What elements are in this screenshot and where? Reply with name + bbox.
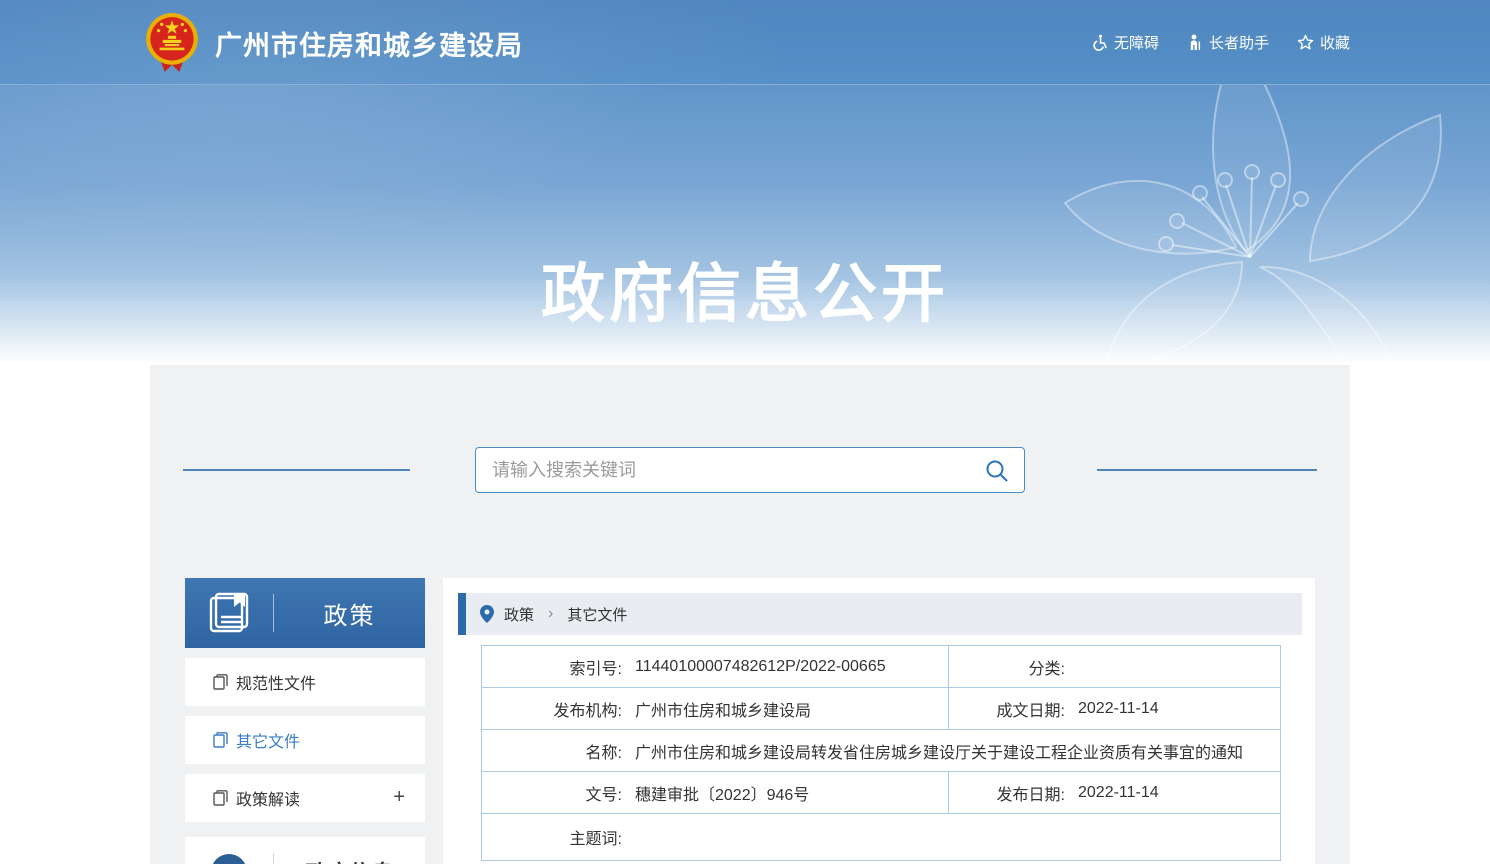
site-title: 广州市住房和城乡建设局 [215,24,523,63]
sidebar-item-other-documents[interactable]: 其它文件 [185,716,425,764]
search-icon[interactable] [984,458,1010,484]
document-icon [213,790,228,806]
issuing-agency-cell: 发布机构: 广州市住房和城乡建设局 [482,688,949,729]
favorite-label: 收藏 [1320,32,1350,53]
sidebar-item-label: 其它文件 [236,728,300,752]
field-value: 2022-11-14 [1078,784,1159,802]
page: 广州市住房和城乡建设局 无障碍 长者助手 [0,0,1490,864]
breadcrumb-separator: › [544,605,557,623]
sidebar-item-label: 规范性文件 [236,670,316,694]
elder-assistant-label: 长者助手 [1209,32,1269,53]
document-info-table: 索引号: 11440100007482612P/2022-00665 分类: 发… [481,645,1281,861]
table-row: 发布机构: 广州市住房和城乡建设局 成文日期: 2022-11-14 [482,688,1280,730]
sidebar-section-policy[interactable]: 政策 [185,578,425,648]
field-label: 发布日期: [949,781,1065,805]
document-number-cell: 文号: 穗建审批〔2022〕946号 [482,772,949,813]
sidebar-item-label: 政策解读 [236,786,300,810]
field-label: 文号: [482,781,622,805]
elder-assistant-link[interactable]: 长者助手 [1187,32,1269,53]
category-cell: 分类: [949,646,1280,687]
star-icon [1297,34,1314,51]
field-value: 广州市住房和城乡建设局 [635,697,811,721]
national-emblem-icon [143,12,201,74]
field-label: 名称: [482,739,622,763]
elder-person-icon [1187,34,1203,51]
accessibility-label: 无障碍 [1114,32,1159,53]
expand-plus-icon[interactable]: + [393,786,405,809]
table-row: 名称: 广州市住房和城乡建设局转发省住房城乡建设厅关于建设工程企业资质有关事宜的… [482,730,1280,772]
keywords-cell: 主题词: [482,814,1280,860]
search-divider-left [183,469,410,471]
sidebar-section-gov-info[interactable]: i 政府信息 [185,837,425,864]
breadcrumb-item-policy[interactable]: 政策 [504,604,534,625]
top-header-bar: 广州市住房和城乡建设局 无障碍 长者助手 [0,0,1490,85]
book-icon [206,591,252,635]
document-icon [213,674,228,690]
location-pin-icon [480,605,494,623]
breadcrumb-item-other-documents[interactable]: 其它文件 [567,604,627,625]
accessibility-link[interactable]: 无障碍 [1091,32,1159,53]
document-name-cell: 名称: 广州市住房和城乡建设局转发省住房城乡建设厅关于建设工程企业资质有关事宜的… [482,730,1280,771]
info-circle-icon: i [209,852,249,864]
content-container: 政策 规范性文件 其它文件 [150,365,1350,864]
sidebar-item-policy-interpretation[interactable]: 政策解读 + [185,774,425,822]
favorite-link[interactable]: 收藏 [1297,32,1350,53]
field-label: 分类: [949,655,1065,679]
issue-date-cell: 成文日期: 2022-11-14 [949,688,1280,729]
search-divider-right [1097,469,1317,471]
sidebar: 政策 规范性文件 其它文件 [185,578,425,864]
breadcrumb: 政策 › 其它文件 [458,593,1302,635]
field-label: 主题词: [482,825,622,849]
main-panel: 政策 › 其它文件 索引号: 11440100007482612P/2022-0… [443,578,1315,864]
banner: 政府信息公开 [0,85,1490,365]
field-value: 穗建审批〔2022〕946号 [635,781,809,805]
field-label: 索引号: [482,655,622,679]
field-value: 2022-11-14 [1078,700,1159,718]
search-box [475,447,1025,493]
document-icon [213,732,228,748]
table-row: 主题词: [482,814,1280,860]
table-row: 索引号: 11440100007482612P/2022-00665 分类: [482,646,1280,688]
field-value: 11440100007482612P/2022-00665 [635,658,886,676]
index-number-cell: 索引号: 11440100007482612P/2022-00665 [482,646,949,687]
search-input[interactable] [492,448,972,492]
field-value: 广州市住房和城乡建设局转发省住房城乡建设厅关于建设工程企业资质有关事宜的通知 [635,739,1243,763]
field-label: 发布机构: [482,697,622,721]
page-title: 政府信息公开 [0,243,1490,335]
site-brand[interactable]: 广州市住房和城乡建设局 [143,12,523,74]
sidebar-section-gov-info-title: 政府信息 [274,856,425,864]
table-row: 文号: 穗建审批〔2022〕946号 发布日期: 2022-11-14 [482,772,1280,814]
field-label: 成文日期: [949,697,1065,721]
wheelchair-icon [1091,34,1108,51]
sidebar-item-normative-documents[interactable]: 规范性文件 [185,658,425,706]
sidebar-section-policy-title: 政策 [274,596,425,631]
top-links: 无障碍 长者助手 收藏 [1091,0,1350,85]
publish-date-cell: 发布日期: 2022-11-14 [949,772,1280,813]
